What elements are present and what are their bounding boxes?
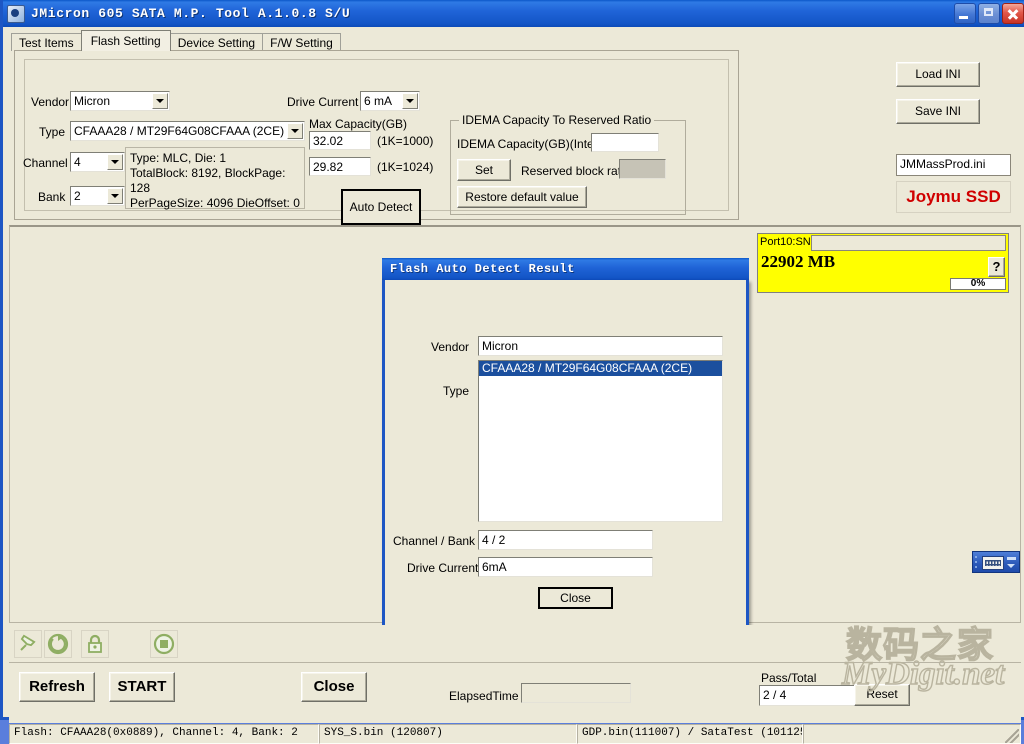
- status-gdp-bin: GDP.bin(111007) / SataTest (101125): [577, 724, 803, 744]
- drag-handle[interactable]: [975, 555, 979, 571]
- type-combo[interactable]: CFAAA28 / MT29F64G08CFAAA (2CE): [70, 121, 305, 141]
- icon-toolbar: [9, 625, 1021, 663]
- window-titlebar[interactable]: JMicron 605 SATA M.P. Tool A.1.0.8 S/U: [3, 0, 1024, 27]
- main-window: JMicron 605 SATA M.P. Tool A.1.0.8 S/U T…: [0, 0, 1024, 744]
- stop-icon[interactable]: [150, 630, 178, 658]
- pass-total-label: Pass/Total: [761, 671, 817, 685]
- app-icon: [7, 4, 25, 23]
- reserved-block-ratio-value: [619, 159, 666, 179]
- chevron-down-icon[interactable]: [1007, 556, 1016, 570]
- window-client-area: Test Items Flash Setting Device Setting …: [6, 27, 1024, 744]
- bank-combo[interactable]: 2: [70, 186, 125, 206]
- elapsed-time-label: ElapsedTime: [449, 689, 519, 703]
- refresh-button[interactable]: Refresh: [19, 672, 95, 702]
- type-combo-value: CFAAA28 / MT29F64G08CFAAA (2CE): [74, 124, 285, 138]
- window-controls: [954, 3, 1024, 24]
- drive-current-value: 6 mA: [364, 94, 393, 108]
- dialog-drive-current-label: Drive Current: [407, 561, 479, 575]
- chevron-down-icon[interactable]: [107, 188, 123, 204]
- vendor-combo-value: Micron: [74, 94, 111, 108]
- auto-detect-button[interactable]: Auto Detect: [341, 189, 421, 225]
- dialog-channel-bank-field[interactable]: 4 / 2: [478, 530, 653, 550]
- dialog-titlebar[interactable]: Flash Auto Detect Result: [382, 258, 749, 280]
- vendor-label: Vendor: [31, 95, 70, 109]
- status-sys-bin: SYS_S.bin (120807): [319, 724, 577, 744]
- drive-current-combo[interactable]: 6 mA: [360, 91, 420, 111]
- drive-current-label: Drive Current: [287, 95, 359, 109]
- dialog-vendor-label: Vendor: [431, 340, 470, 354]
- bank-label: Bank: [38, 190, 66, 204]
- pin-icon[interactable]: [14, 630, 42, 658]
- type-label: Type: [39, 125, 66, 139]
- lock-icon[interactable]: [81, 630, 109, 658]
- close-button[interactable]: Close: [301, 672, 367, 702]
- brand-label: Joymu SSD: [896, 181, 1011, 213]
- ime-language-bar[interactable]: [972, 551, 1020, 573]
- tab-test-items[interactable]: Test Items: [11, 33, 82, 51]
- dialog-channel-bank-label: Channel / Bank: [393, 534, 476, 548]
- tabstrip: Test Items Flash Setting Device Setting …: [11, 30, 341, 51]
- channel-combo-value: 4: [74, 155, 81, 169]
- status-spare: [803, 724, 1021, 744]
- status-bar: Flash: CFAAA28(0x0889), Channel: 4, Bank…: [9, 724, 1021, 744]
- idema-panel: IDEMA Capacity To Reserved Ratio IDEMA C…: [450, 113, 686, 215]
- port-capacity-text: 22902 MB: [761, 252, 836, 271]
- max-capacity-label: Max Capacity(GB): [309, 117, 408, 131]
- max-capacity-1k1000-field[interactable]: 32.02: [309, 131, 371, 150]
- dialog-body: Vendor Micron Type CFAAA28 / MT29F64G08C…: [385, 280, 746, 625]
- dialog-type-listbox[interactable]: CFAAA28 / MT29F64G08CFAAA (2CE): [478, 360, 723, 522]
- flash-info-box: Type: MLC, Die: 1 TotalBlock: 8192, Bloc…: [125, 147, 305, 210]
- channel-combo[interactable]: 4: [70, 152, 125, 172]
- tab-fw-setting[interactable]: F/W Setting: [262, 33, 341, 51]
- chevron-down-icon[interactable]: [152, 93, 168, 109]
- port-sn-field[interactable]: [811, 235, 1006, 251]
- minimize-button[interactable]: [954, 3, 976, 24]
- reset-button[interactable]: Reset: [854, 684, 910, 706]
- restore-default-button[interactable]: Restore default value: [457, 186, 587, 208]
- chevron-down-icon[interactable]: [402, 93, 418, 109]
- channel-label: Channel: [23, 156, 68, 170]
- maximize-button[interactable]: [978, 3, 1000, 24]
- elapsed-time-field: [521, 683, 631, 703]
- bank-combo-value: 2: [74, 189, 81, 203]
- dialog-drive-current-field[interactable]: 6mA: [478, 557, 653, 577]
- port-tile-10[interactable]: Port10:SN 22902 MB ? 0%: [757, 233, 1009, 293]
- chevron-down-icon[interactable]: [107, 154, 123, 170]
- start-button[interactable]: START: [109, 672, 175, 702]
- vendor-combo[interactable]: Micron: [70, 91, 170, 111]
- ini-file-name-field[interactable]: JMMassProd.ini: [896, 154, 1011, 176]
- refresh-icon[interactable]: [44, 630, 72, 658]
- tab-flash-setting[interactable]: Flash Setting: [80, 30, 171, 51]
- reserved-block-ratio-label: Reserved block ratio: [521, 164, 631, 178]
- port-progress-bar: 0%: [950, 278, 1006, 290]
- idema-capacity-input[interactable]: [591, 133, 659, 152]
- resize-grip-icon[interactable]: [1005, 729, 1019, 743]
- desktop-root: JMicron 605 SATA M.P. Tool A.1.0.8 S/U T…: [0, 0, 1024, 744]
- dialog-type-label: Type: [443, 384, 470, 398]
- max-capacity-1k1024-field[interactable]: 29.82: [309, 157, 371, 176]
- max-capacity-1k1000-note: (1K=1000): [377, 134, 434, 148]
- list-item[interactable]: CFAAA28 / MT29F64G08CFAAA (2CE): [479, 361, 722, 376]
- ini-panel: Load INI Save INI JMMassProd.ini Joymu S…: [886, 53, 1024, 223]
- port-sn-label: Port10:SN: [760, 236, 811, 248]
- idema-set-button[interactable]: Set: [457, 159, 511, 181]
- save-ini-button[interactable]: Save INI: [896, 99, 980, 124]
- max-capacity-1k1024-note: (1K=1024): [377, 160, 434, 174]
- dialog-close-button[interactable]: Close: [538, 587, 613, 609]
- load-ini-button[interactable]: Load INI: [896, 62, 980, 87]
- tab-device-setting[interactable]: Device Setting: [169, 33, 264, 51]
- close-window-button[interactable]: [1002, 3, 1024, 24]
- help-icon[interactable]: ?: [988, 257, 1005, 277]
- idema-group-title: IDEMA Capacity To Reserved Ratio: [459, 113, 655, 127]
- keyboard-icon[interactable]: [982, 556, 1004, 570]
- chevron-down-icon[interactable]: [287, 123, 303, 139]
- flash-auto-detect-dialog: Flash Auto Detect Result Vendor Micron T…: [382, 258, 749, 628]
- bottom-action-bar: Refresh START Close ElapsedTime Pass/Tot…: [9, 663, 1021, 723]
- dialog-vendor-field[interactable]: Micron: [478, 336, 723, 356]
- status-flash-info: Flash: CFAAA28(0x0889), Channel: 4, Bank…: [9, 724, 319, 744]
- window-title: JMicron 605 SATA M.P. Tool A.1.0.8 S/U: [31, 6, 351, 21]
